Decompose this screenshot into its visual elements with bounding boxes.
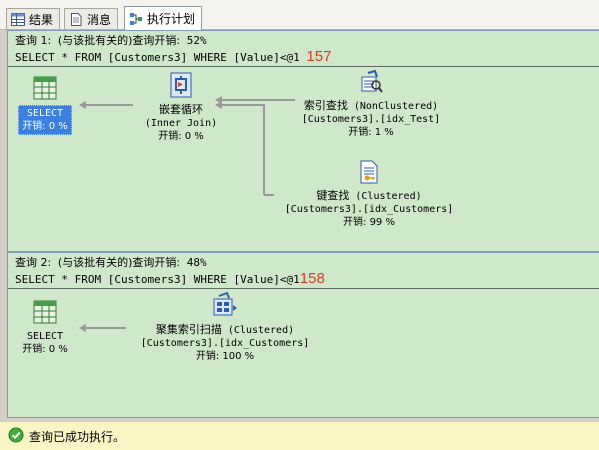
tab-execution-plan-label: 执行计划 — [147, 12, 196, 26]
plan-node-key-lookup[interactable]: 键查找 (Clustered) [Customers3].[idx_Custom… — [274, 159, 464, 229]
query2-title: 查询 2: (与该批有关的)查询开销: 48% — [15, 256, 207, 269]
nested-loops-icon — [169, 71, 193, 103]
plan-node-index-seek[interactable]: 索引查找 (NonClustered) [Customers3].[idx_Te… — [291, 69, 451, 139]
result-tabstrip: 结果 消息 执行计划 — [0, 0, 599, 30]
query1-title: 查询 1: (与该批有关的)查询开销: 52% — [15, 34, 207, 47]
success-check-icon — [8, 427, 24, 446]
query2-annotation: 158 — [299, 270, 325, 287]
plan-node-select-2[interactable]: SELECT 开销: 0 % — [11, 299, 79, 357]
select-result-icon — [32, 299, 58, 329]
plan-node-nested-loops[interactable]: 嵌套循环 (Inner Join) 开销: 0 % — [126, 71, 236, 143]
document-icon — [69, 12, 83, 26]
tab-messages-label: 消息 — [87, 12, 112, 27]
tab-execution-plan[interactable]: 执行计划 — [124, 6, 203, 30]
plan-node-select[interactable]: SELECT 开销: 0 % — [11, 75, 79, 135]
select-node-2-label: SELECT 开销: 0 % — [22, 331, 68, 355]
execution-plan-icon — [129, 12, 143, 25]
status-bar: 查询已成功执行。 — [0, 421, 599, 450]
clustered-index-scan-icon — [211, 291, 239, 323]
index-seek-icon — [358, 69, 384, 99]
grid-icon — [11, 12, 25, 26]
key-lookup-icon — [356, 159, 382, 189]
query2-sql: SELECT * FROM [Customers3] WHERE [Value]… — [15, 270, 325, 287]
tab-results[interactable]: 结果 — [6, 8, 61, 29]
query2-header: 查询 2: (与该批有关的)查询开销: 48% SELECT * FROM [C… — [8, 253, 599, 289]
tab-messages[interactable]: 消息 — [64, 8, 119, 29]
query1-annotation: 157 — [306, 48, 332, 65]
tab-results-label: 结果 — [29, 12, 54, 27]
query1-plan-pane[interactable]: 查询 1: (与该批有关的)查询开销: 52% SELECT * FROM [C… — [7, 30, 599, 252]
plan-node-clustered-index-scan[interactable]: 聚集索引扫描 (Clustered) [Customers3].[idx_Cus… — [130, 291, 320, 363]
query2-plan-pane[interactable]: 查询 2: (与该批有关的)查询开销: 48% SELECT * FROM [C… — [7, 252, 599, 418]
select-result-icon — [32, 75, 58, 105]
status-text: 查询已成功执行。 — [29, 429, 126, 444]
query1-sql: SELECT * FROM [Customers3] WHERE [Value]… — [15, 48, 332, 65]
select-node-label: SELECT 开销: 0 % — [18, 105, 72, 135]
query1-header: 查询 1: (与该批有关的)查询开销: 52% SELECT * FROM [C… — [8, 31, 599, 67]
